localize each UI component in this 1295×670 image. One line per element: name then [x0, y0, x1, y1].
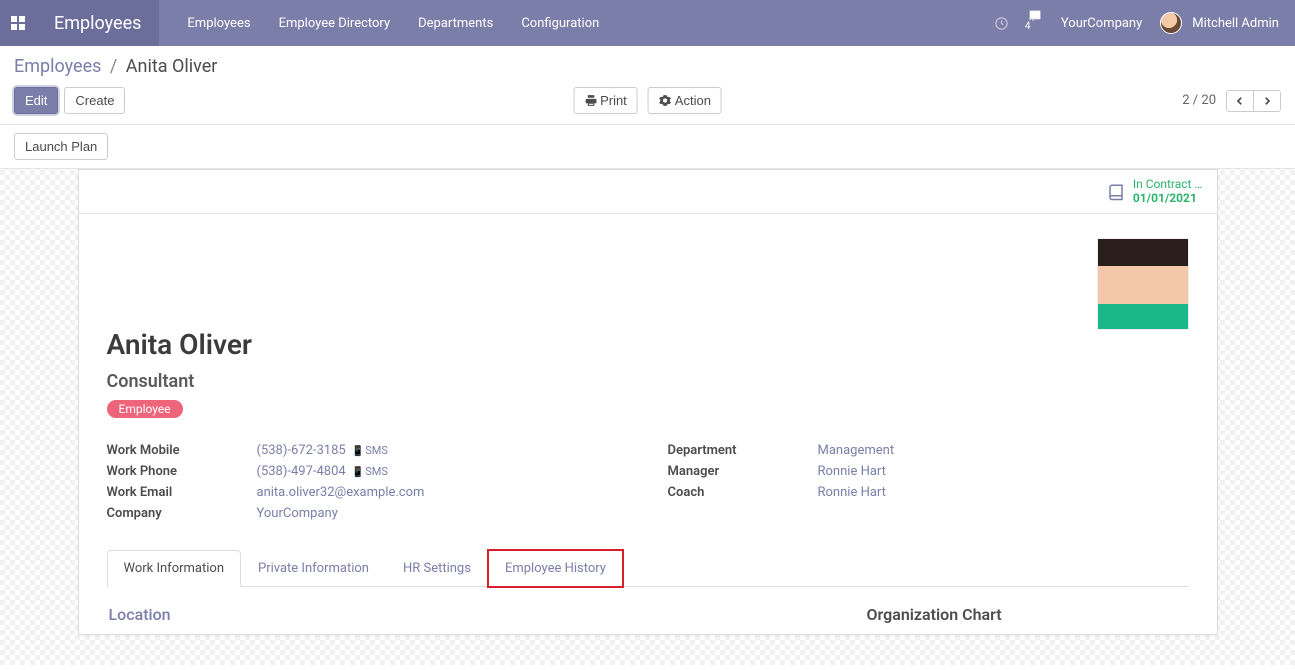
apps-menu-button[interactable] [0, 0, 36, 46]
pager-next[interactable] [1254, 90, 1281, 112]
work-email-value[interactable]: anita.oliver32@example.com [257, 485, 425, 500]
user-avatar-icon [1160, 12, 1182, 34]
gear-icon [659, 94, 672, 107]
section-location: Location [109, 605, 867, 624]
user-name: Mitchell Admin [1192, 16, 1279, 31]
create-button[interactable]: Create [64, 87, 125, 114]
info-col-left: Work Mobile (538)-672-3185 SMS Work Phon… [107, 440, 628, 524]
tab-private-information[interactable]: Private Information [241, 550, 386, 587]
contract-icon[interactable] [1107, 183, 1125, 201]
print-button[interactable]: Print [573, 87, 638, 114]
breadcrumb-separator: / [106, 56, 121, 77]
print-icon [584, 94, 597, 107]
field-coach: Coach Ronnie Hart [668, 482, 1189, 503]
info-columns: Work Mobile (538)-672-3185 SMS Work Phon… [107, 440, 1189, 524]
launch-plan-button[interactable]: Launch Plan [14, 133, 108, 160]
nav-right: 4 YourCompany Mitchell Admin [994, 8, 1295, 39]
field-company: Company YourCompany [107, 503, 628, 524]
field-work-phone: Work Phone (538)-497-4804 SMS [107, 461, 628, 482]
work-mobile-value[interactable]: (538)-672-3185 [257, 443, 346, 458]
pager-text[interactable]: 2 / 20 [1182, 93, 1216, 108]
field-department: Department Management [668, 440, 1189, 461]
department-value[interactable]: Management [818, 443, 895, 458]
nav-link-directory[interactable]: Employee Directory [279, 16, 391, 31]
tab-work-information[interactable]: Work Information [107, 550, 242, 587]
tab-hr-settings[interactable]: HR Settings [386, 550, 488, 587]
field-work-mobile: Work Mobile (538)-672-3185 SMS [107, 440, 628, 461]
company-selector[interactable]: YourCompany [1061, 16, 1142, 31]
tab-body: Location Organization Chart [107, 587, 1189, 624]
info-col-right: Department Management Manager Ronnie Har… [668, 440, 1189, 524]
chevron-right-icon [1262, 95, 1272, 107]
app-name[interactable]: Employees [36, 0, 159, 46]
clock-icon[interactable] [994, 16, 1009, 31]
sms-link-mobile[interactable]: SMS [352, 444, 388, 457]
pager-buttons [1226, 90, 1281, 112]
breadcrumb: Employees / Anita Oliver [14, 56, 1281, 77]
employee-photo[interactable] [1097, 238, 1189, 330]
sheet-body: Anita Oliver Consultant Employee Work Mo… [79, 214, 1217, 634]
nav-link-configuration[interactable]: Configuration [521, 16, 599, 31]
pager-prev[interactable] [1226, 90, 1254, 112]
content-area[interactable]: Launch Plan In Contract … 01/01/2021 Ani… [0, 125, 1295, 665]
breadcrumb-current: Anita Oliver [126, 56, 218, 77]
employee-name: Anita Oliver [107, 328, 1189, 361]
field-work-email: Work Email anita.oliver32@example.com [107, 482, 628, 503]
coach-value[interactable]: Ronnie Hart [818, 485, 886, 500]
employee-title: Consultant [107, 371, 1189, 392]
edit-button[interactable]: Edit [14, 87, 58, 114]
contract-date: 01/01/2021 [1133, 192, 1203, 206]
nav-link-departments[interactable]: Departments [418, 16, 493, 31]
tab-employee-history[interactable]: Employee History [488, 550, 623, 587]
work-phone-value[interactable]: (538)-497-4804 [257, 464, 346, 479]
field-manager: Manager Ronnie Hart [668, 461, 1189, 482]
status-bar: In Contract … 01/01/2021 [79, 170, 1217, 214]
breadcrumb-bar: Employees / Anita Oliver [0, 46, 1295, 83]
nav-link-employees[interactable]: Employees [187, 16, 250, 31]
employee-tag[interactable]: Employee [107, 400, 183, 418]
user-menu[interactable]: Mitchell Admin [1160, 12, 1279, 34]
manager-value[interactable]: Ronnie Hart [818, 464, 886, 479]
contract-status-label: In Contract … [1133, 177, 1203, 191]
nav-links: Employees Employee Directory Departments… [187, 16, 599, 31]
apps-grid-icon [11, 16, 25, 30]
contract-status[interactable]: In Contract … 01/01/2021 [1133, 178, 1203, 206]
tabs: Work Information Private Information HR … [107, 550, 1189, 587]
company-value[interactable]: YourCompany [257, 506, 338, 521]
action-button[interactable]: Action [648, 87, 722, 114]
form-sheet: In Contract … 01/01/2021 Anita Oliver Co… [78, 169, 1218, 635]
message-count: 4 [1025, 21, 1031, 32]
chevron-left-icon [1235, 95, 1245, 107]
top-nav: Employees Employees Employee Directory D… [0, 0, 1295, 46]
messaging-button[interactable]: 4 [1027, 8, 1043, 39]
breadcrumb-root[interactable]: Employees [14, 56, 101, 77]
toolbar: Edit Create Print Action 2 / 20 [0, 83, 1295, 125]
sms-link-phone[interactable]: SMS [352, 465, 388, 478]
section-org-chart: Organization Chart [867, 605, 1187, 624]
